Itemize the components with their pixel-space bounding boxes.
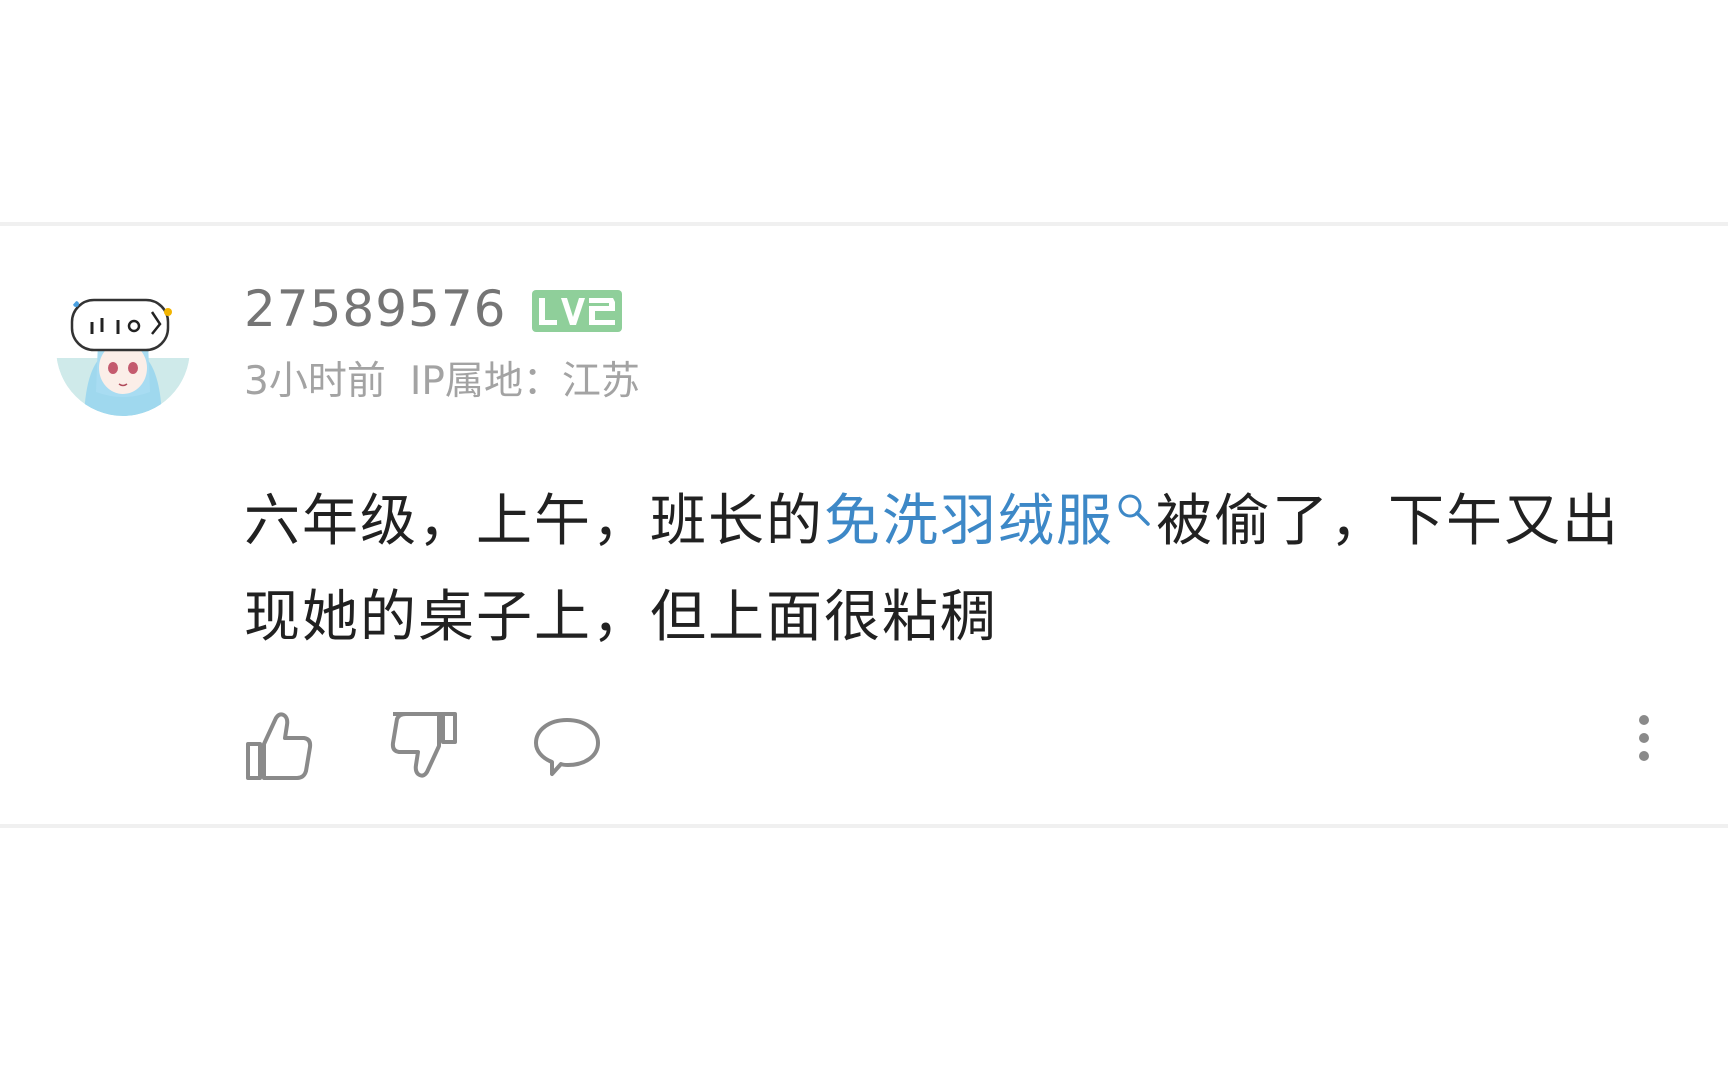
comment-bubble-icon bbox=[534, 718, 600, 776]
comment-page: 27589576 3小时前 IP属地：江苏 六年级，上午，班长的免洗羽绒服 被偷了，… bbox=[0, 0, 1728, 1080]
bottom-divider bbox=[0, 824, 1728, 828]
dislike-button[interactable] bbox=[389, 708, 459, 784]
comment-meta: 3小时前 IP属地：江苏 bbox=[244, 362, 640, 401]
comment-item: 27589576 3小时前 IP属地：江苏 六年级，上午，班长的免洗羽绒服 被偷了，… bbox=[0, 226, 1728, 824]
more-options-button[interactable] bbox=[1624, 708, 1664, 784]
like-button[interactable] bbox=[244, 708, 314, 784]
search-icon[interactable] bbox=[1116, 492, 1152, 528]
level-badge bbox=[531, 289, 623, 333]
comment-content: 六年级，上午，班长的免洗羽绒服 被偷了，下午又出现她的桌子上，但上面很粘稠 bbox=[244, 474, 1644, 666]
keyword-search-link[interactable]: 免洗羽绒服 bbox=[824, 489, 1114, 554]
reply-button[interactable] bbox=[532, 708, 602, 784]
comment-text-before: 六年级，上午，班长的 bbox=[244, 489, 824, 554]
thumbs-up-icon bbox=[246, 712, 313, 780]
user-avatar[interactable] bbox=[56, 282, 190, 416]
comment-actions bbox=[244, 708, 1664, 788]
comment-time: 3小时前 bbox=[244, 359, 386, 404]
username[interactable]: 27589576 bbox=[244, 284, 507, 334]
more-vertical-icon bbox=[1639, 715, 1649, 761]
username-row: 27589576 bbox=[244, 284, 623, 334]
level-badge-icon bbox=[531, 290, 622, 332]
thumbs-down-icon bbox=[390, 712, 457, 778]
ip-location: IP属地：江苏 bbox=[409, 359, 640, 404]
avatar-image bbox=[56, 282, 190, 416]
